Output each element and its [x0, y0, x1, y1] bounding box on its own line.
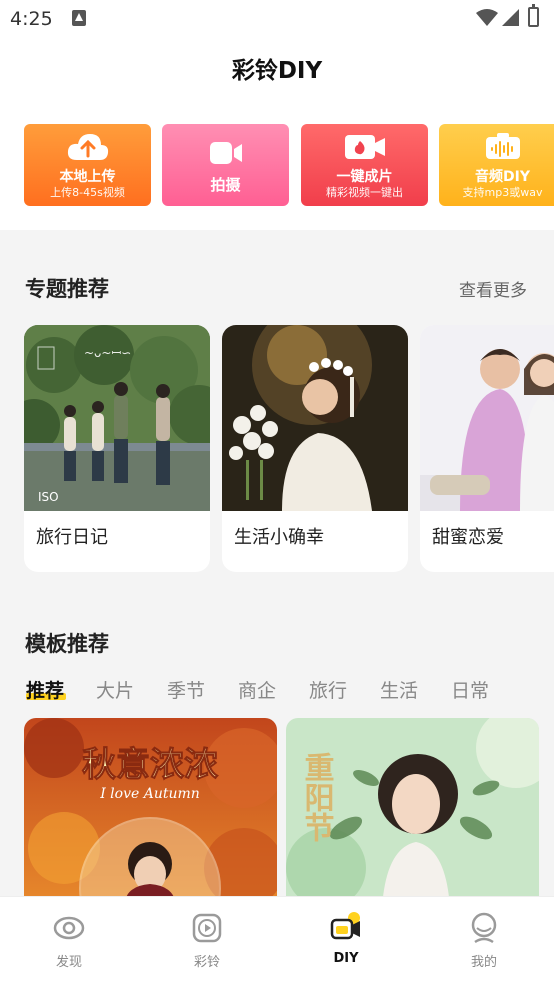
template-card-double-ninth[interactable]: 重阳节 [286, 718, 539, 908]
template-image-double-ninth: 重阳节 [286, 718, 539, 908]
nav-label: 我的 [470, 955, 497, 970]
topic-photo-love [420, 325, 554, 511]
tab-blockbuster[interactable]: 大片 [96, 676, 134, 703]
nav-label: DIY [333, 951, 359, 966]
svg-text:~ᴗ~ꟷ∽: ~ᴗ~ꟷ∽ [84, 346, 131, 360]
tab-business[interactable]: 商企 [238, 676, 276, 703]
eye-icon [53, 916, 85, 940]
tab-life[interactable]: 生活 [380, 676, 418, 703]
status-bar: 4:25 [0, 0, 554, 38]
tab-daily[interactable]: 日常 [451, 676, 489, 703]
audio-diy-sub: 支持mp3或wav [462, 186, 543, 199]
one-click-sub: 精彩视频一键出 [326, 186, 403, 199]
topic-caption: 旅行日记 [36, 527, 108, 548]
topic-card-love[interactable]: 甜蜜恋爱 [420, 325, 554, 572]
nav-discover[interactable]: 发现 [0, 897, 138, 984]
topic-card-travel[interactable]: ~ᴗ~ꟷ∽ ISO 旅行日记 [24, 325, 210, 572]
nav-ringtone[interactable]: 彩铃 [138, 897, 276, 984]
local-upload-label: 本地上传 [59, 169, 116, 185]
topic-caption: 生活小确幸 [234, 527, 324, 548]
tab-recommend[interactable]: 推荐 [26, 676, 64, 703]
profile-icon [471, 912, 497, 944]
nav-label: 彩铃 [193, 955, 220, 970]
topic-card-life[interactable]: 生活小确幸 [222, 325, 408, 572]
nav-label: 发现 [55, 955, 82, 970]
shoot-button[interactable]: 拍摄 [162, 124, 289, 206]
page-title: 彩铃DIY [231, 58, 323, 84]
signal-icon [502, 9, 519, 26]
nav-diy[interactable]: DIY [277, 897, 415, 984]
cloud-upload-icon [67, 134, 108, 160]
sim-icon [72, 10, 86, 26]
shoot-label: 拍摄 [210, 176, 241, 194]
nav-mine[interactable]: 我的 [415, 897, 553, 984]
play-box-icon [192, 913, 222, 943]
wifi-icon [476, 9, 498, 26]
video-camera-icon [209, 142, 242, 164]
local-upload-sub: 上传8-45s视频 [50, 186, 125, 199]
battery-icon [528, 4, 539, 27]
topics-more-link[interactable]: 查看更多 [459, 276, 527, 301]
template-image-autumn: 秋意浓浓 I love Autumn [24, 718, 277, 908]
app-screen: 4:25 彩铃DIY 本地上传 上传8-45s视频 拍摄 一键成片 精彩视频一键… [0, 0, 554, 984]
one-click-label: 一键成片 [336, 169, 393, 185]
video-diy-icon [330, 912, 360, 940]
template-card-autumn[interactable]: 秋意浓浓 I love Autumn [24, 718, 277, 908]
topic-photo-life [222, 325, 408, 511]
templates-title: 模板推荐 [25, 632, 109, 656]
topics-title: 专题推荐 [25, 277, 109, 301]
one-click-button[interactable]: 一键成片 精彩视频一键出 [301, 124, 428, 206]
bottom-nav: 发现 彩铃 DIY 我的 [0, 896, 554, 984]
tab-travel[interactable]: 旅行 [309, 676, 347, 703]
audio-diy-label: 音频DIY [475, 169, 530, 185]
topic-photo-travel: ~ᴗ~ꟷ∽ ISO [24, 325, 210, 511]
autumn-subtitle-text: I love Autumn [99, 786, 200, 802]
autumn-title-text: 秋意浓浓 [82, 745, 219, 785]
audio-wave-icon [485, 133, 520, 159]
local-upload-button[interactable]: 本地上传 上传8-45s视频 [24, 124, 151, 206]
flame-video-icon [344, 135, 385, 159]
double-ninth-title-text: 重阳节 [299, 752, 334, 842]
audio-diy-button[interactable]: 音频DIY 支持mp3或wav [439, 124, 554, 206]
iso-text: ISO [38, 490, 59, 504]
header: 彩铃DIY 本地上传 上传8-45s视频 拍摄 一键成片 精彩视频一键出 音频D… [0, 38, 554, 230]
tab-season[interactable]: 季节 [167, 676, 205, 703]
topic-caption: 甜蜜恋爱 [432, 527, 504, 548]
status-time: 4:25 [10, 8, 53, 30]
